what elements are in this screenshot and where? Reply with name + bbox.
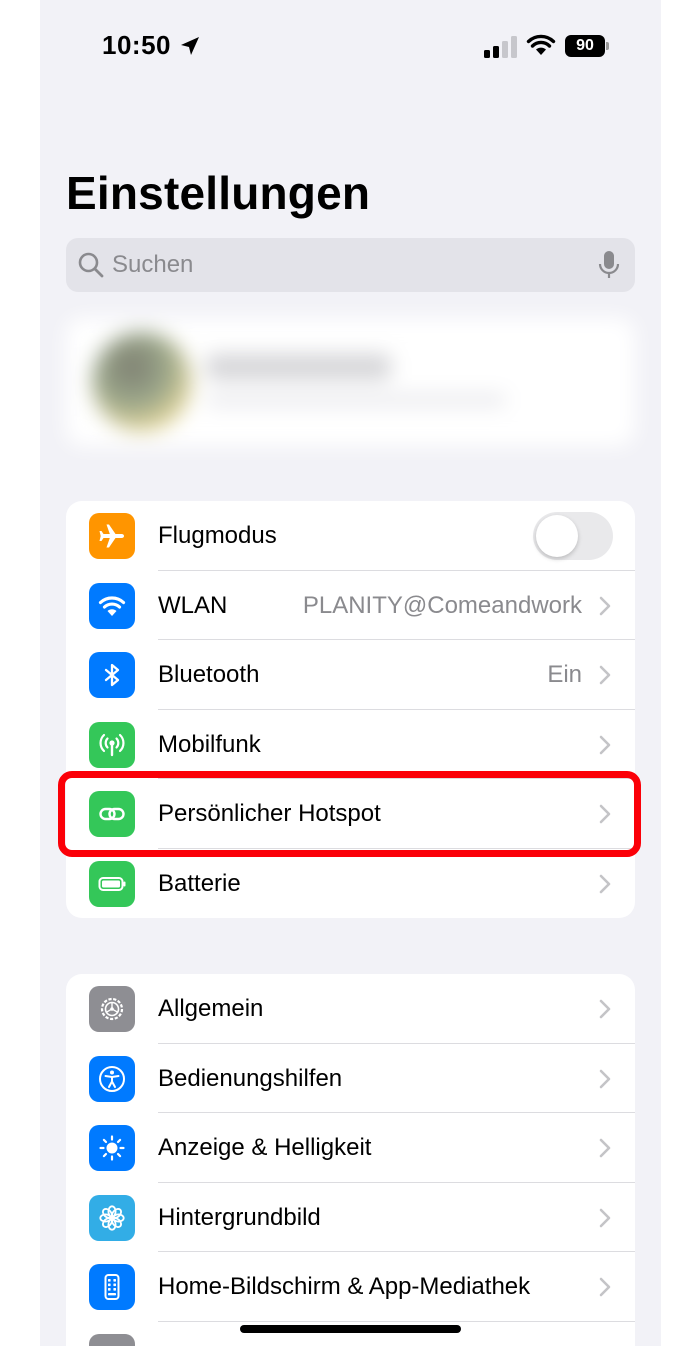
row-value: PLANITY@Comeandwork <box>302 591 582 619</box>
battery-icon <box>89 860 135 907</box>
chevron-right-icon <box>599 1277 611 1297</box>
gear-icon <box>89 986 135 1032</box>
row-flugmodus[interactable]: Flugmodus <box>66 501 635 571</box>
row-hintergrundbild[interactable]: Hintergrundbild <box>66 1183 635 1252</box>
row-allgemein[interactable]: Allgemein <box>66 974 635 1044</box>
status-bar: 10:50 90 <box>40 0 661 92</box>
partial-row-icon <box>89 1333 135 1346</box>
chevron-right-icon <box>599 735 611 754</box>
chevron-right-icon <box>599 1138 611 1158</box>
cellular-signal-icon <box>484 36 517 58</box>
antenna-icon <box>89 721 135 768</box>
search-icon <box>78 252 104 278</box>
row-bedienungshilfen[interactable]: Bedienungshilfen <box>66 1044 635 1113</box>
chevron-right-icon <box>599 874 611 893</box>
chevron-right-icon <box>599 596 611 615</box>
chevron-right-icon <box>599 1069 611 1088</box>
row-label: Persönlicher Hotspot <box>158 800 381 827</box>
status-time: 10:50 <box>102 30 171 60</box>
chevron-right-icon <box>599 1208 611 1227</box>
wifi-status-icon <box>526 34 556 55</box>
row-label: Bedienungshilfen <box>158 1064 343 1092</box>
row-batterie[interactable]: Batterie <box>66 849 635 919</box>
search-bar[interactable] <box>66 238 635 292</box>
apple-id-card[interactable] <box>66 318 635 446</box>
flower-icon <box>89 1194 135 1241</box>
row-hotspot[interactable]: Persönlicher Hotspot <box>66 779 635 849</box>
battery-status-icon: 90 <box>565 35 609 57</box>
row-bluetooth[interactable]: Bluetooth Ein <box>66 640 635 710</box>
row-label: WLAN <box>158 591 228 619</box>
row-label: Hintergrundbild <box>158 1203 321 1231</box>
settings-screen: 10:50 90 Einstellungen Suchen Flugmodus … <box>40 0 661 1346</box>
row-value: Ein <box>547 661 582 688</box>
row-homescreen[interactable]: Home-Bildschirm & App-Mediathek <box>66 1252 635 1322</box>
settings-group-general: Allgemein Bedienungshilfen Anzeige & Hel… <box>66 974 635 1346</box>
row-label: Batterie <box>158 869 241 897</box>
bluetooth-icon <box>89 652 135 698</box>
profile-subtitle-blurred <box>206 394 506 406</box>
battery-level: 90 <box>565 35 605 57</box>
row-anzeige[interactable]: Anzeige & Helligkeit <box>66 1113 635 1183</box>
row-label: Bluetooth <box>158 661 260 688</box>
chevron-right-icon <box>599 665 611 685</box>
row-label: Flugmodus <box>158 522 277 549</box>
settings-group-connectivity: Flugmodus WLAN PLANITY@Comeandwork Bluet… <box>66 501 635 918</box>
row-label: Anzeige & Helligkeit <box>158 1134 372 1161</box>
row-label: Allgemein <box>158 995 264 1022</box>
sun-icon <box>89 1125 135 1171</box>
wifi-icon <box>89 582 135 629</box>
airplane-icon <box>89 513 135 559</box>
row-label: Mobilfunk <box>158 730 261 758</box>
flugmodus-toggle[interactable] <box>533 512 613 560</box>
chevron-right-icon <box>599 804 611 824</box>
home-indicator[interactable] <box>240 1325 461 1333</box>
location-arrow-icon <box>181 37 199 55</box>
page-title: Einstellungen <box>66 167 371 219</box>
chevron-right-icon <box>599 999 611 1019</box>
microphone-icon[interactable] <box>597 250 621 280</box>
row-label: Home-Bildschirm & App-Mediathek <box>158 1273 531 1300</box>
row-mobilfunk[interactable]: Mobilfunk <box>66 710 635 779</box>
profile-name-blurred <box>206 354 391 380</box>
row-wlan[interactable]: WLAN PLANITY@Comeandwork <box>66 571 635 640</box>
accessibility-icon <box>89 1055 135 1102</box>
avatar <box>92 332 192 432</box>
hotspot-link-icon <box>89 791 135 837</box>
home-screen-icon <box>89 1264 135 1310</box>
search-input[interactable] <box>112 238 582 292</box>
